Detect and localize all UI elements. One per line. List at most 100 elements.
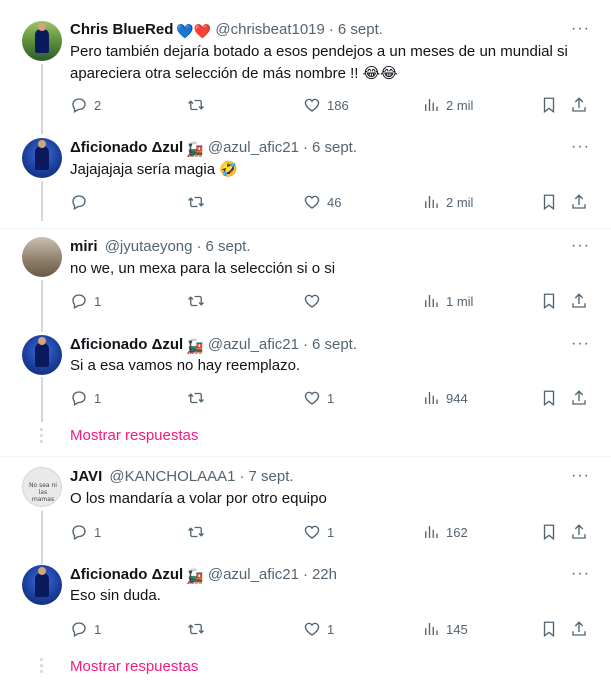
author-name[interactable]: Δficionado Δzul	[70, 139, 183, 156]
reply-count: 1	[94, 621, 102, 637]
tweet-date[interactable]: 6 sept.	[312, 336, 357, 353]
tweet[interactable]: Δficionado Δzul 🚂 @azul_afic21 · 22h ··· Es…	[0, 557, 611, 654]
retweet-button[interactable]	[187, 95, 211, 115]
views-icon	[425, 392, 438, 404]
more-options-icon[interactable]: ···	[571, 238, 589, 259]
tweet-date[interactable]: 7 sept.	[249, 468, 294, 485]
heart-icon	[304, 391, 320, 405]
author-name[interactable]: miri	[70, 238, 98, 255]
bookmark-button[interactable]	[540, 388, 558, 408]
retweet-button[interactable]	[187, 388, 211, 408]
separator-dot: ·	[196, 238, 202, 255]
show-replies-link[interactable]: Mostrar respuestas	[70, 426, 198, 446]
retweet-button[interactable]	[187, 619, 211, 639]
views-button[interactable]: 162	[422, 522, 468, 542]
reply-button[interactable]: 1	[70, 619, 101, 639]
tweet[interactable]: Chris BlueRed 💙❤️ @chrisbeat1019 · 6 sept. …	[0, 0, 611, 130]
separator-dot: ·	[239, 468, 245, 485]
heart-icon	[304, 622, 320, 636]
tweet[interactable]: miri @jyutaeyong · 6 sept. ··· no we, un m…	[0, 229, 611, 327]
views-count: 162	[446, 524, 468, 540]
share-button[interactable]	[570, 95, 588, 115]
like-count: 1	[327, 390, 335, 406]
avatar[interactable]	[22, 335, 62, 375]
heart-icon	[304, 294, 320, 308]
tweet-actions: 1 1 mil	[70, 291, 590, 311]
more-options-icon[interactable]: ···	[571, 566, 589, 587]
bookmark-button[interactable]	[540, 192, 558, 212]
thread-dots	[40, 428, 44, 446]
separator-dot: ·	[302, 336, 308, 353]
bookmark-button[interactable]	[540, 95, 558, 115]
bookmark-button[interactable]	[540, 291, 558, 311]
retweet-icon	[188, 623, 204, 635]
share-button[interactable]	[570, 192, 588, 212]
avatar[interactable]	[22, 21, 62, 61]
bookmark-button[interactable]	[540, 619, 558, 639]
avatar[interactable]	[22, 237, 62, 277]
reply-count: 2	[94, 97, 102, 113]
author-name[interactable]: Δficionado Δzul	[70, 336, 183, 353]
views-count: 2 mil	[446, 194, 474, 210]
tweet-actions: 1 1 944	[70, 388, 590, 408]
views-button[interactable]: 2 mil	[422, 192, 473, 212]
share-button[interactable]	[570, 619, 588, 639]
reply-count: 1	[94, 293, 102, 309]
share-button[interactable]	[570, 291, 588, 311]
like-button[interactable]: 1	[303, 522, 334, 542]
retweet-button[interactable]	[187, 522, 211, 542]
reply-button[interactable]: 1	[70, 522, 101, 542]
author-handle[interactable]: @chrisbeat1019	[215, 21, 324, 38]
views-count: 944	[446, 390, 468, 406]
tweet-date[interactable]: 6 sept.	[205, 238, 250, 255]
author-handle[interactable]: @KANCHOLAAA1	[109, 468, 235, 485]
views-button[interactable]: 2 mil	[422, 95, 473, 115]
like-button[interactable]	[303, 291, 327, 311]
more-options-icon[interactable]: ···	[571, 139, 589, 160]
author-name[interactable]: Chris BlueRed	[70, 21, 173, 38]
tweet-date[interactable]: 22h	[312, 566, 337, 583]
tweet[interactable]: Δficionado Δzul 🚂 @azul_afic21 · 6 sept. ··…	[0, 327, 611, 424]
share-button[interactable]	[570, 522, 588, 542]
tweet[interactable]: No sea ni las mamas JAVI @KANCHOLAAA1 · 7 …	[0, 457, 611, 557]
views-button[interactable]: 944	[422, 388, 468, 408]
like-button[interactable]: 186	[303, 95, 349, 115]
views-button[interactable]: 1 mil	[422, 291, 473, 311]
retweet-button[interactable]	[187, 192, 211, 212]
more-options-icon[interactable]: ···	[571, 21, 589, 42]
like-button[interactable]: 46	[303, 192, 341, 212]
author-handle[interactable]: @azul_afic21	[208, 566, 299, 583]
more-options-icon[interactable]: ···	[571, 336, 589, 357]
heart-icon	[304, 525, 320, 539]
name-badges: 💙❤️	[176, 23, 212, 39]
reply-icon	[72, 294, 86, 309]
tweet-text: no we, un mexa para la selección si o si	[70, 260, 336, 277]
author-name[interactable]: JAVI	[70, 468, 102, 485]
show-replies-link[interactable]: Mostrar respuestas	[70, 657, 198, 677]
tweet-date[interactable]: 6 sept.	[338, 21, 383, 38]
more-options-icon[interactable]: ···	[571, 468, 589, 489]
tweet-text: Jajajajaja sería magia 🤣	[70, 161, 238, 178]
like-button[interactable]: 1	[303, 619, 334, 639]
reply-button[interactable]: 1	[70, 291, 101, 311]
like-button[interactable]: 1	[303, 388, 334, 408]
reply-button[interactable]: 2	[70, 95, 101, 115]
views-button[interactable]: 145	[422, 619, 468, 639]
avatar[interactable]	[22, 138, 62, 178]
bookmark-button[interactable]	[540, 522, 558, 542]
share-icon	[572, 194, 586, 209]
share-button[interactable]	[570, 388, 588, 408]
tweet-date[interactable]: 6 sept.	[312, 139, 357, 156]
reply-button[interactable]	[70, 192, 94, 212]
author-handle[interactable]: @azul_afic21	[208, 139, 299, 156]
author-name[interactable]: Δficionado Δzul	[70, 566, 183, 583]
tweet[interactable]: Δficionado Δzul 🚂 @azul_afic21 · 6 sept. ··…	[0, 130, 611, 228]
reply-button[interactable]: 1	[70, 388, 101, 408]
author-handle[interactable]: @azul_afic21	[208, 336, 299, 353]
author-handle[interactable]: @jyutaeyong	[105, 238, 193, 255]
avatar[interactable]: No sea ni las mamas	[22, 467, 62, 507]
avatar[interactable]	[22, 565, 62, 605]
reply-icon	[72, 98, 86, 113]
views-count: 2 mil	[446, 97, 474, 113]
retweet-button[interactable]	[187, 291, 211, 311]
